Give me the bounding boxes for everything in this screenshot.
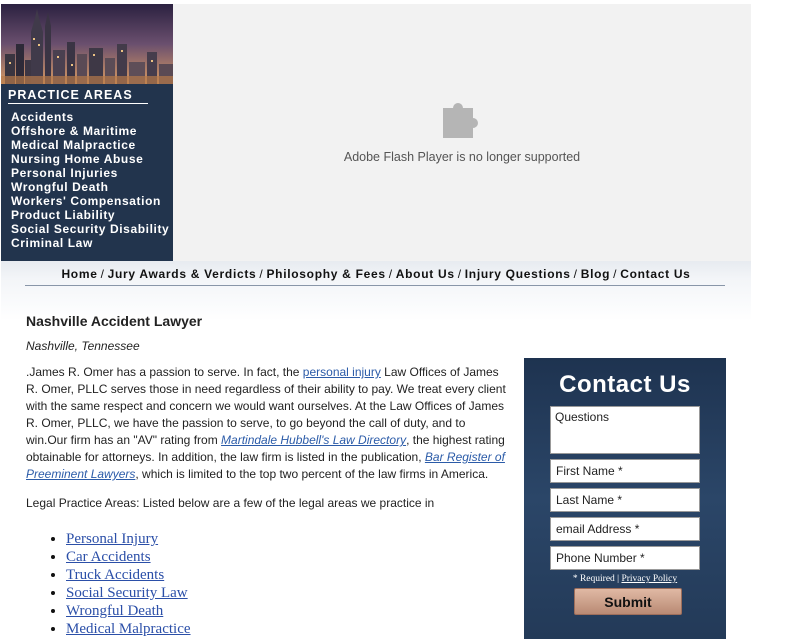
contact-title: Contact Us [559, 371, 691, 398]
practice-areas-sidebar: PRACTICE AREAS Accidents Offshore & Mari… [1, 4, 173, 261]
practice-area-link-wrongful-death[interactable]: Wrongful Death [11, 180, 169, 194]
main-nav: Home / Jury Awards & Verdicts / Philosophy &… [1, 267, 751, 281]
practice-area-link-nursing-home[interactable]: Nursing Home Abuse [11, 152, 169, 166]
nav-divider [25, 285, 725, 286]
nav-separator: / [573, 267, 578, 281]
flash-placeholder: Adobe Flash Player is no longer supporte… [173, 4, 751, 261]
personal-injury-link[interactable]: personal injury [303, 365, 381, 379]
area-link-social-security-law[interactable]: Social Security Law [66, 585, 188, 601]
nav-injury-questions[interactable]: Injury Questions [465, 267, 571, 281]
required-note: * Required | Privacy Policy [524, 574, 726, 584]
practice-areas-heading: PRACTICE AREAS [8, 88, 148, 104]
intro-paragraph: .James R. Omer has a passion to serve. I… [26, 364, 510, 483]
contact-form-panel: Contact Us * Required | Privacy Policy S… [524, 358, 726, 639]
nav-about-us[interactable]: About Us [396, 267, 455, 281]
list-item: Truck Accidents [66, 566, 191, 584]
area-link-personal-injury[interactable]: Personal Injury [66, 531, 158, 547]
nav-philosophy-fees[interactable]: Philosophy & Fees [266, 267, 385, 281]
nashville-skyline-image [1, 4, 173, 84]
legal-areas-intro: Legal Practice Areas: Listed below are a… [26, 496, 435, 510]
phone-field[interactable] [550, 546, 700, 570]
email-field[interactable] [550, 517, 700, 541]
legal-areas-list: Personal Injury Car Accidents Truck Acci… [40, 530, 191, 638]
nav-separator: / [388, 267, 393, 281]
first-name-field[interactable] [550, 459, 700, 483]
area-link-wrongful-death[interactable]: Wrongful Death [66, 603, 163, 619]
page-title: Nashville Accident Lawyer [26, 313, 203, 329]
nav-separator: / [457, 267, 462, 281]
skyline-graphic [1, 4, 173, 84]
martindale-hubbell-link[interactable]: Martindale Hubbell's Law Directory [221, 433, 406, 447]
nav-jury-awards[interactable]: Jury Awards & Verdicts [108, 267, 257, 281]
practice-area-link-criminal-law[interactable]: Criminal Law [11, 236, 169, 250]
nav-separator: / [259, 267, 264, 281]
practice-area-link-workers-comp[interactable]: Workers' Compensation [11, 194, 169, 208]
last-name-field[interactable] [550, 488, 700, 512]
list-item: Wrongful Death [66, 602, 191, 620]
list-item: Medical Malpractice [66, 620, 191, 638]
practice-area-link-product-liability[interactable]: Product Liability [11, 208, 169, 222]
practice-areas-list: Accidents Offshore & Maritime Medical Ma… [11, 110, 169, 250]
list-item: Car Accidents [66, 548, 191, 566]
practice-area-link-personal-injuries[interactable]: Personal Injuries [11, 166, 169, 180]
location-text: Nashville, Tennessee [26, 339, 140, 353]
required-note-text: * Required | [572, 574, 620, 584]
area-link-truck-accidents[interactable]: Truck Accidents [66, 567, 164, 583]
main-nav-bar: Home / Jury Awards & Verdicts / Philosophy &… [1, 261, 751, 321]
puzzle-piece-icon [443, 103, 478, 138]
list-item: Personal Injury [66, 530, 191, 548]
privacy-policy-link[interactable]: Privacy Policy [621, 574, 677, 584]
nav-separator: / [613, 267, 618, 281]
area-link-medical-malpractice[interactable]: Medical Malpractice [66, 621, 191, 637]
questions-field[interactable] [550, 406, 700, 454]
practice-area-link-offshore[interactable]: Offshore & Maritime [11, 124, 169, 138]
nav-separator: / [100, 267, 105, 281]
flash-unsupported-message: Adobe Flash Player is no longer supporte… [343, 150, 581, 164]
submit-button[interactable]: Submit [574, 588, 682, 615]
practice-area-link-accidents[interactable]: Accidents [11, 110, 169, 124]
intro-text: .James R. Omer has a passion to serve. I… [26, 365, 303, 379]
practice-area-link-medical-malpractice[interactable]: Medical Malpractice [11, 138, 169, 152]
area-link-car-accidents[interactable]: Car Accidents [66, 549, 151, 565]
nav-blog[interactable]: Blog [581, 267, 610, 281]
practice-area-link-social-security[interactable]: Social Security Disability [11, 222, 169, 236]
nav-contact-us[interactable]: Contact Us [620, 267, 690, 281]
list-item: Social Security Law [66, 584, 191, 602]
nav-home[interactable]: Home [61, 267, 97, 281]
intro-text: , which is limited to the top two percen… [135, 467, 489, 481]
